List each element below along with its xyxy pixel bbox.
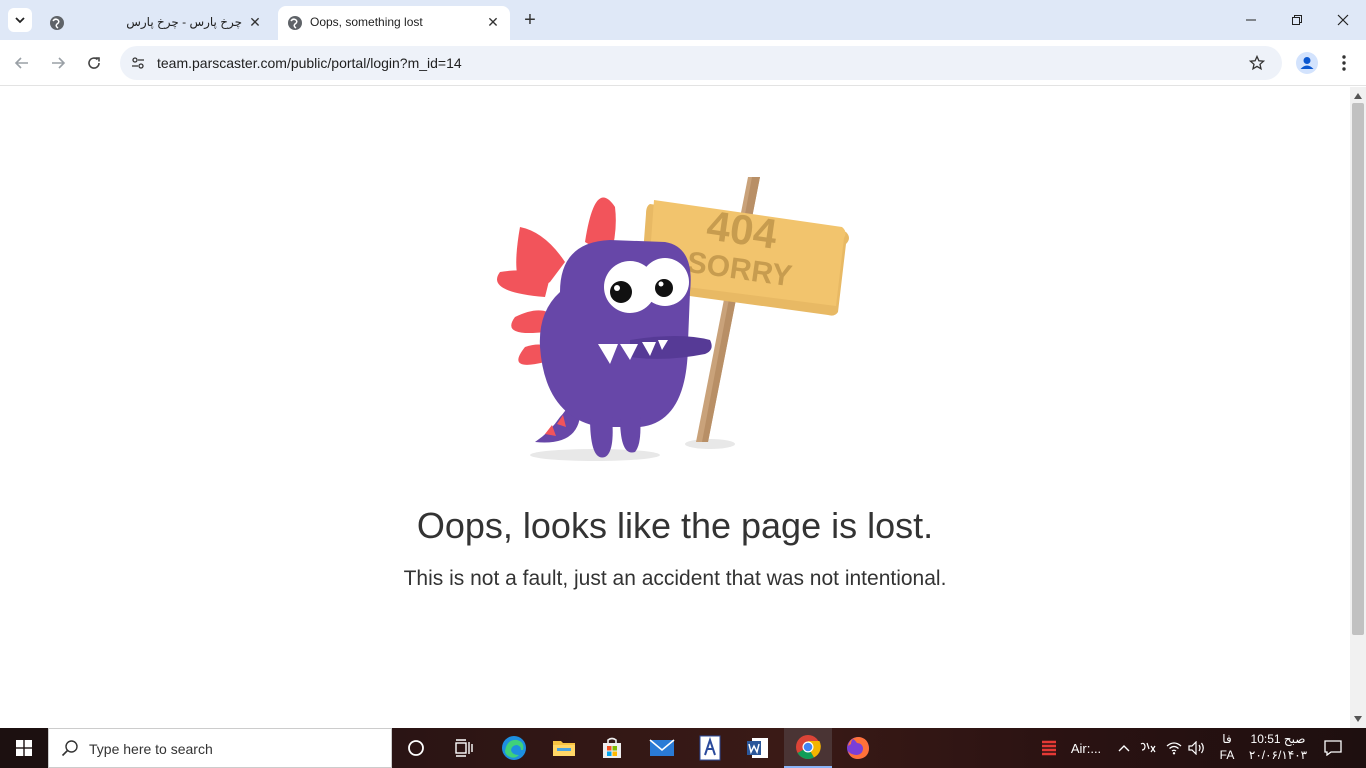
- store-icon: [603, 737, 621, 758]
- plus-icon: +: [524, 8, 536, 31]
- globe-icon: [50, 16, 64, 30]
- taskbar-store[interactable]: [588, 728, 636, 768]
- page-title: Oops, looks like the page is lost.: [416, 505, 934, 546]
- scroll-down-button[interactable]: [1350, 712, 1366, 726]
- tab-strip: چرخ پارس - چرخ پارس ✕ Oops, something lo…: [0, 0, 1366, 40]
- taskbar-mail[interactable]: [638, 728, 686, 768]
- task-view-icon: [455, 739, 473, 757]
- taskbar-edge[interactable]: [490, 728, 538, 768]
- more-vertical-icon: [1342, 55, 1346, 71]
- browser-menu-button[interactable]: [1334, 52, 1354, 74]
- taskbar-file-explorer[interactable]: [540, 728, 588, 768]
- restore-icon: [1292, 15, 1302, 25]
- word-icon: [747, 738, 768, 758]
- tab-charkh-pars[interactable]: چرخ پارس - چرخ پارس ✕: [40, 6, 272, 40]
- tab-search-button[interactable]: [8, 8, 32, 32]
- triangle-down-icon: [1354, 716, 1362, 722]
- action-center-button[interactable]: [1318, 728, 1348, 768]
- close-icon: ✕: [249, 13, 261, 30]
- document-app-icon: [699, 735, 721, 761]
- arrow-left-icon: [14, 57, 28, 69]
- task-view-button[interactable]: [440, 728, 488, 768]
- close-window-button[interactable]: [1320, 0, 1366, 40]
- start-button[interactable]: [0, 728, 48, 768]
- tune-icon: [132, 57, 144, 69]
- globe-icon: [288, 16, 302, 30]
- clock-date: ۲۰/۰۶/۱۴۰۳: [1248, 748, 1308, 762]
- firefox-icon: [847, 737, 869, 759]
- network-status[interactable]: [1162, 728, 1186, 768]
- cortana-button[interactable]: [392, 728, 440, 768]
- tab-close-button[interactable]: ✕: [484, 13, 502, 31]
- clock-time: 10:51 صبح: [1250, 732, 1306, 746]
- bookmark-button[interactable]: [1246, 52, 1268, 74]
- edge-icon: [502, 736, 526, 760]
- cortana-circle-icon: [408, 740, 424, 756]
- tray-app-icon[interactable]: [1036, 728, 1062, 768]
- page-content: 404 SORRY Oops, looks like the page is l…: [0, 87, 1350, 728]
- tray-app-label[interactable]: Air:...: [1064, 728, 1108, 768]
- scroll-up-button[interactable]: [1350, 89, 1366, 103]
- search-placeholder: Type here to search: [89, 741, 213, 757]
- airline-app-icon: [1042, 740, 1056, 756]
- browser-toolbar: team.parscaster.com/public/portal/login?…: [0, 40, 1366, 86]
- reload-icon: [88, 57, 100, 69]
- forward-button[interactable]: [44, 49, 72, 77]
- tab-close-button[interactable]: ✕: [246, 13, 264, 31]
- lang-native: فا: [1222, 732, 1232, 746]
- taskbar-word[interactable]: [734, 728, 782, 768]
- site-info-button[interactable]: [128, 53, 148, 73]
- keyboard-ime-icon: [1140, 742, 1156, 753]
- input-language[interactable]: فا FA: [1214, 731, 1240, 763]
- 404-monster-illustration: 404 SORRY: [497, 177, 849, 461]
- search-icon: [61, 740, 78, 757]
- windows-logo-icon: [16, 740, 32, 756]
- close-icon: ✕: [487, 13, 499, 30]
- taskbar-search-box[interactable]: Type here to search: [48, 728, 392, 768]
- profile-avatar-icon[interactable]: [1296, 52, 1318, 74]
- show-hidden-icons-button[interactable]: [1114, 728, 1134, 768]
- url-text: team.parscaster.com/public/portal/login?…: [157, 55, 462, 71]
- vertical-scrollbar[interactable]: [1350, 87, 1366, 728]
- triangle-up-icon: [1354, 93, 1362, 99]
- address-bar[interactable]: team.parscaster.com/public/portal/login?…: [120, 46, 1282, 80]
- lang-code: FA: [1219, 748, 1235, 762]
- ime-indicator[interactable]: [1136, 728, 1160, 768]
- new-tab-button[interactable]: +: [518, 8, 542, 32]
- notification-icon: [1324, 740, 1342, 756]
- close-icon: [1337, 14, 1349, 26]
- windows-taskbar: Type here to search Air:... فا FA 10:51 …: [0, 728, 1366, 768]
- chevron-up-icon: [1118, 745, 1130, 752]
- tab-title: Oops, something lost: [310, 15, 423, 29]
- taskbar-clock[interactable]: 10:51 صبح ۲۰/۰۶/۱۴۰۳: [1244, 731, 1312, 763]
- taskbar-chrome[interactable]: [784, 728, 832, 768]
- reload-button[interactable]: [80, 49, 108, 77]
- arrow-right-icon: [52, 57, 66, 69]
- chrome-icon: [796, 735, 821, 760]
- minimize-button[interactable]: [1228, 0, 1274, 40]
- back-button[interactable]: [8, 49, 36, 77]
- mail-icon: [649, 739, 675, 756]
- tab-oops-something-lost[interactable]: Oops, something lost ✕: [278, 6, 510, 40]
- chevron-down-icon: [15, 17, 25, 24]
- taskbar-app-document[interactable]: [686, 728, 734, 768]
- page-subtitle: This is not a fault, just an accident th…: [403, 567, 947, 590]
- taskbar-firefox[interactable]: [834, 728, 882, 768]
- volume-control[interactable]: [1186, 728, 1208, 768]
- speaker-icon: [1188, 741, 1204, 755]
- star-icon: [1249, 55, 1265, 71]
- folder-icon: [553, 741, 575, 756]
- scroll-thumb[interactable]: [1352, 103, 1364, 635]
- wifi-icon: [1166, 742, 1182, 755]
- minimize-icon: [1246, 19, 1256, 21]
- restore-button[interactable]: [1274, 0, 1320, 40]
- tab-title: چرخ پارس - چرخ پارس: [126, 15, 242, 29]
